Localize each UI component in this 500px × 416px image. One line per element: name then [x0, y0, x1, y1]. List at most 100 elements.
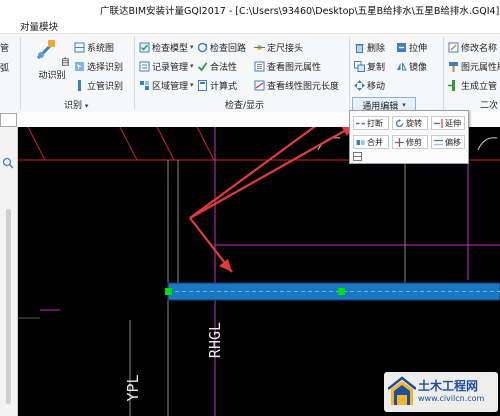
region-manage-button[interactable]: 区域管理 ▾	[139, 78, 194, 92]
copy-icon	[354, 60, 365, 72]
window-title: 广联达BIM安装计量GQI2017 - [C:\Users\93460\Desk…	[100, 6, 500, 17]
merge-label: 合并	[367, 137, 383, 147]
brush-icon	[449, 61, 458, 72]
system-diagram-icon	[74, 42, 85, 52]
check-loop-icon	[197, 42, 208, 52]
scrollbar-thumb[interactable]	[6, 209, 11, 404]
offset-button[interactable]: 偏移	[431, 135, 465, 149]
select-identify-label: 选择识别	[87, 62, 124, 73]
identify-group-label: 识别 ▾	[64, 98, 88, 111]
ribbon-partial-label: 管	[0, 43, 10, 54]
element-props-brush-button[interactable]: 图元属性刷	[448, 59, 500, 73]
view-length-icon	[254, 80, 265, 90]
calculator-icon	[198, 79, 207, 91]
pipe-segment[interactable]	[165, 282, 500, 301]
formula-label: 计算式	[210, 81, 238, 92]
search-icon[interactable]	[2, 157, 14, 169]
view-length-button[interactable]: 查看线性图元长度	[254, 78, 339, 92]
element-props-label: 图元属性刷	[461, 62, 500, 73]
riser-identify-button[interactable]: 立管识别	[74, 78, 123, 92]
check-model-button[interactable]: 检查模型 ▾	[139, 40, 194, 54]
delete-button[interactable]: 删除	[354, 40, 385, 54]
mirror-button[interactable]: 镜像	[396, 59, 427, 73]
view-props-icon	[254, 61, 265, 71]
delete-icon	[355, 43, 364, 53]
stretch-label: 拉伸	[409, 43, 428, 54]
formula-button[interactable]: 计算式	[197, 78, 237, 92]
merge-icon	[356, 139, 365, 145]
extend-icon	[434, 118, 443, 128]
general-edit-popup: 打断 旋转 延伸 合并 修剪 偏移	[349, 110, 469, 164]
record-manage-icon	[139, 61, 150, 71]
check-group-label: 检查/显示	[225, 101, 265, 111]
trim-icon	[395, 137, 404, 147]
chevron-down-icon: ▾	[190, 81, 194, 89]
ribbon-partial-pipe[interactable]: 管	[0, 40, 9, 54]
fixed-joint-button[interactable]: 定尺接头	[254, 40, 303, 54]
check-model-icon	[139, 42, 150, 52]
watermark-name: 土木工程网	[418, 379, 479, 393]
mirror-icon	[397, 62, 407, 70]
ypl-label: YPL	[124, 374, 142, 402]
break-button[interactable]: 打断	[353, 116, 389, 130]
civil-engineering-logo-icon	[388, 376, 416, 405]
check-mark-icon	[197, 61, 208, 71]
move-label: 移动	[367, 81, 386, 92]
watermark-url: www.civilcn.com	[418, 394, 485, 403]
break-label: 打断	[367, 118, 383, 128]
ribbon-separator	[20, 37, 21, 109]
rename-button[interactable]: 修改名称	[448, 40, 497, 54]
fixed-joint-label: 定尺接头	[267, 43, 304, 54]
generate-riser-label: 生成立管	[461, 81, 498, 92]
move-button[interactable]: 移动	[354, 78, 385, 92]
menu-item-quantity-module[interactable]: 对量模块	[20, 19, 58, 33]
record-manage-button[interactable]: 记录管理 ▾	[139, 59, 194, 73]
identify-group-title: 识别	[64, 101, 83, 111]
select-identify-button[interactable]: 选择识别	[74, 59, 123, 73]
extend-button[interactable]: 延伸	[431, 116, 465, 130]
legal-check-button[interactable]: 合法性	[197, 59, 237, 73]
ribbon-partial-label: 弧	[0, 63, 10, 74]
region-manage-label: 区域管理	[152, 81, 189, 92]
ribbon-partial-arc[interactable]: 弧	[0, 60, 9, 74]
ribbon-separator	[134, 37, 135, 109]
offset-icon	[434, 139, 443, 145]
chevron-down-icon: ▾	[84, 102, 89, 110]
break-icon	[356, 122, 365, 124]
delete-label: 删除	[367, 43, 386, 54]
rhgl-label: RHGL	[206, 321, 224, 359]
region-manage-icon	[140, 80, 149, 90]
ribbon-separator	[443, 37, 444, 109]
auto-identify-button[interactable]: 自动识别	[32, 38, 72, 84]
record-manage-label: 记录管理	[152, 62, 189, 73]
rotate-button[interactable]: 旋转	[392, 116, 428, 130]
collapse-toggle[interactable]	[0, 113, 17, 127]
ribbon-separator	[349, 37, 350, 109]
move-icon	[354, 79, 365, 91]
popup-dock-icon[interactable]	[353, 152, 362, 161]
legal-check-label: 合法性	[210, 62, 238, 73]
stretch-button[interactable]: 拉伸	[396, 40, 427, 54]
extend-label: 延伸	[445, 118, 461, 128]
select-identify-icon	[75, 61, 84, 71]
generate-riser-button[interactable]: 生成立管	[448, 78, 497, 92]
view-props-button[interactable]: 查看图元属性	[254, 59, 321, 73]
copy-button[interactable]: 复制	[354, 59, 385, 73]
trim-label: 修剪	[406, 137, 422, 147]
mirror-label: 镜像	[409, 62, 428, 73]
view-props-label: 查看图元属性	[267, 62, 322, 73]
trim-button[interactable]: 修剪	[392, 135, 428, 149]
copy-label: 复制	[367, 62, 386, 73]
right-group-label: 二次	[480, 101, 499, 111]
riser-identify-label: 立管识别	[87, 81, 124, 92]
fixed-joint-icon	[254, 44, 265, 50]
system-diagram-label: 系统图	[87, 43, 115, 54]
system-diagram-button[interactable]: 系统图	[74, 40, 114, 54]
check-model-label: 检查模型	[152, 43, 189, 54]
riser-identify-icon	[78, 79, 81, 91]
check-loop-button[interactable]: 检查回路	[197, 40, 246, 54]
stretch-icon	[397, 42, 406, 52]
pipe-grip-start[interactable]	[165, 288, 172, 295]
pipe-grip-mid[interactable]	[338, 288, 345, 295]
merge-button[interactable]: 合并	[353, 135, 389, 149]
